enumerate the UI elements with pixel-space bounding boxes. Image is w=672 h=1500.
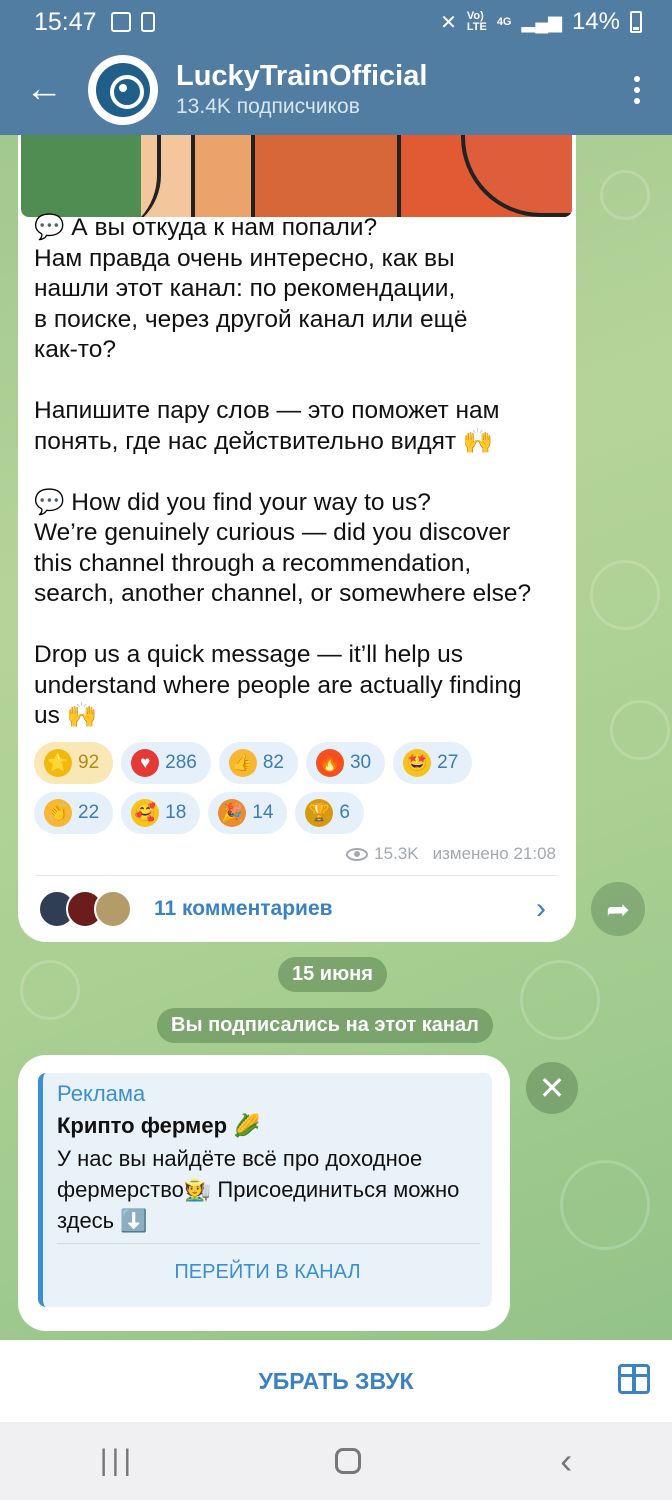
- reaction-count: 82: [262, 752, 284, 773]
- chat-header: ← LuckyTrainOfficial 13.4K подписчиков: [0, 44, 672, 135]
- post-image[interactable]: [21, 135, 572, 217]
- post-text: 💬 А вы откуда к нам попали? Нам правда о…: [34, 214, 532, 729]
- open-channel-button[interactable]: ПЕРЕЙТИ В КАНАЛ: [43, 1261, 492, 1284]
- divider: [36, 875, 558, 876]
- gift-icon[interactable]: [618, 1364, 650, 1394]
- wallpaper-doodle: [590, 560, 660, 630]
- reaction-emoji-icon: ⭐: [44, 749, 72, 777]
- reaction-chip[interactable]: 🎉 14: [208, 792, 288, 834]
- signal-icon: ▂▄▆: [521, 11, 562, 32]
- avatar: [94, 890, 132, 928]
- ad-body: У нас вы найдёте всё про доходное фермер…: [57, 1146, 460, 1233]
- reaction-emoji-icon: 👍: [228, 749, 257, 777]
- reaction-emoji-icon: 👏: [44, 799, 72, 827]
- reaction-count: 22: [78, 802, 100, 823]
- post-meta: 15.3K изменено 21:08: [346, 844, 556, 864]
- share-arrow-icon[interactable]: ➦: [591, 882, 645, 936]
- reaction-chip[interactable]: 👏 22: [34, 792, 114, 834]
- reaction-emoji-icon: ♥: [131, 749, 160, 777]
- channel-name: LuckyTrainOfficial: [176, 60, 428, 92]
- arrow-left-icon[interactable]: ←: [0, 68, 88, 111]
- ad-card[interactable]: Реклама Крипто фермер 🌽 У нас вы найдёте…: [38, 1073, 492, 1307]
- recent-apps-icon[interactable]: |||: [100, 1444, 135, 1478]
- reaction-emoji-icon: 🥰: [131, 799, 160, 827]
- locomotive-icon: [96, 62, 150, 117]
- reaction-emoji-icon: 🔥: [315, 749, 344, 777]
- app-bar: 15:47 ✕ Vo) LTE 4G ▂▄▆ 14% ← LuckyTrainOf…: [0, 0, 672, 135]
- gallery-icon: [110, 12, 131, 32]
- reaction-chip[interactable]: 🏆 6: [295, 792, 364, 834]
- reaction-emoji-icon: 🏆: [305, 799, 334, 827]
- reaction-count: 6: [339, 802, 350, 823]
- comments-count: 11 комментариев: [154, 897, 333, 920]
- reaction-count: 30: [349, 752, 372, 773]
- subscriber-count: 13.4K подписчиков: [176, 95, 360, 118]
- reaction-emoji-icon: 🎉: [218, 799, 247, 827]
- wallpaper-doodle: [600, 170, 650, 220]
- edited-label: изменено 21:08: [432, 844, 556, 863]
- reaction-count: 27: [437, 752, 459, 773]
- comments-button[interactable]: 11 комментариев ›: [38, 880, 558, 938]
- channel-info[interactable]: LuckyTrainOfficial 13.4K подписчиков: [176, 60, 427, 119]
- reaction-chip[interactable]: 🥰 18: [121, 792, 201, 834]
- network-type: 4G: [496, 15, 512, 28]
- mute-button[interactable]: УБРАТЬ ЗВУК: [258, 1368, 413, 1395]
- eye-icon: [346, 847, 369, 861]
- divider: [57, 1243, 480, 1244]
- reactions-row: 👏 22 🥰 18 🎉 14 🏆 6: [34, 792, 574, 834]
- view-count: 15.3K: [374, 844, 419, 863]
- reaction-count: 286: [165, 752, 197, 773]
- chevron-right-icon: ›: [536, 892, 546, 925]
- back-icon[interactable]: ‹: [560, 1440, 572, 1482]
- volte-indicator: Vo) LTE: [466, 10, 487, 33]
- channel-post: 💬 А вы откуда к нам попали? Нам правда о…: [18, 120, 576, 942]
- reactions-row: ⭐ 92 ♥ 286 👍 82 🔥 30 🤩 27: [34, 742, 574, 784]
- reaction-chip[interactable]: 👍 82: [218, 742, 298, 784]
- reaction-emoji-icon: 🤩: [403, 749, 432, 777]
- wallpaper-doodle: [20, 960, 80, 1020]
- channel-avatar[interactable]: [88, 54, 158, 125]
- close-icon[interactable]: ✕: [526, 1062, 578, 1114]
- ad-label: Реклама: [57, 1081, 146, 1106]
- home-icon[interactable]: [334, 1448, 361, 1474]
- reaction-chip[interactable]: 🔥 30: [305, 742, 386, 784]
- reaction-count: 92: [78, 752, 100, 773]
- date-separator: 15 июня: [278, 957, 387, 992]
- service-message: Вы подписались на этот канал: [157, 1008, 493, 1043]
- reaction-chip[interactable]: ⭐ 92: [34, 742, 114, 784]
- mute-status-icon: ✕: [440, 11, 457, 34]
- status-time: 15:47: [34, 7, 97, 36]
- reactions: ⭐ 92 ♥ 286 👍 82 🔥 30 🤩 27 👏 22 🥰 18 🎉 14 🏆 6: [34, 742, 574, 842]
- wallpaper-doodle: [610, 700, 670, 760]
- alert-icon: [140, 12, 155, 32]
- reaction-chip[interactable]: 🤩 27: [393, 742, 473, 784]
- reaction-chip[interactable]: ♥ 286: [121, 742, 211, 784]
- status-bar: 15:47 ✕ Vo) LTE 4G ▂▄▆ 14%: [0, 0, 672, 44]
- battery-icon: [630, 11, 642, 33]
- wallpaper-doodle: [520, 960, 600, 1040]
- bottom-bar: УБРАТЬ ЗВУК: [0, 1340, 672, 1422]
- more-vertical-icon[interactable]: [602, 75, 672, 104]
- wallpaper-doodle: [560, 1160, 650, 1250]
- ad-title: Крипто фермер 🌽: [57, 1113, 261, 1138]
- reaction-count: 18: [165, 802, 187, 823]
- sponsored-message: Реклама Крипто фермер 🌽 У нас вы найдёте…: [18, 1055, 510, 1331]
- system-nav-bar: ||| ‹: [0, 1422, 672, 1500]
- reaction-count: 14: [252, 802, 274, 823]
- battery-percent: 14%: [571, 8, 620, 35]
